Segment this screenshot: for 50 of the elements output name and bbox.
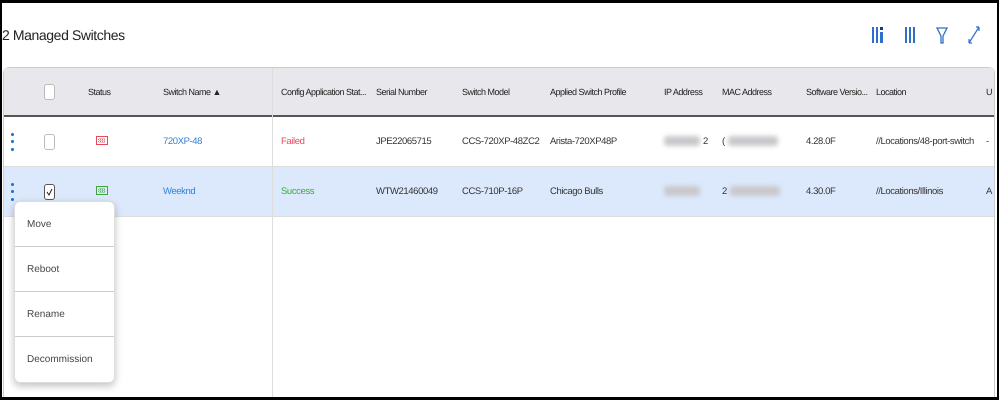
table-cell: //Locations/Illinois xyxy=(876,186,943,197)
column-header[interactable]: Software Versio... xyxy=(806,86,868,96)
table-cell: 2 xyxy=(703,136,708,147)
column-header[interactable]: Applied Switch Profile xyxy=(550,86,626,96)
table-cell: Success xyxy=(281,186,314,197)
toolbar-button[interactable] xyxy=(933,25,951,45)
table-cell: Arista-720XP48P xyxy=(550,136,617,147)
checkmark-icon xyxy=(46,188,53,196)
table-cell: //Locations/48-port-switch xyxy=(876,136,974,147)
column-header[interactable]: Location xyxy=(876,86,906,96)
column-header[interactable]: Status xyxy=(88,86,111,96)
menu-item[interactable]: Reboot xyxy=(15,247,114,292)
table-cell: Failed xyxy=(281,136,304,147)
filter-icon xyxy=(936,26,948,44)
column-header[interactable]: Serial Number xyxy=(376,86,428,96)
table-cell: 4.28.0F xyxy=(806,136,836,147)
page-title: 2 Managed Switches xyxy=(2,27,125,43)
more-icon[interactable] xyxy=(10,132,14,150)
menu-item[interactable]: Decommission xyxy=(15,337,114,382)
column-header[interactable]: Switch Model xyxy=(462,86,510,96)
table-cell: A xyxy=(986,186,992,197)
redacted-text xyxy=(730,186,780,196)
column-settings-icon xyxy=(871,26,885,44)
table-cell: - xyxy=(986,136,989,147)
redacted-text xyxy=(728,136,778,146)
column-header[interactable]: IP Address xyxy=(664,86,702,96)
redacted-text xyxy=(664,186,700,196)
table-cell: CCS-720XP-48ZC2 xyxy=(462,136,540,147)
column-header[interactable]: MAC Address xyxy=(722,86,772,96)
redacted-text xyxy=(664,136,700,146)
table-cell: 2 xyxy=(722,186,727,197)
checkbox[interactable] xyxy=(44,134,55,150)
menu-item[interactable]: Move xyxy=(15,202,114,247)
table-row[interactable]: Weeknd Success WTW21460049 CCS-710P-16P Chicago Bulls 2 4.30.0F //Locations/Illinois A xyxy=(4,167,994,217)
checkbox[interactable] xyxy=(44,84,55,100)
table-cell: Chicago Bulls xyxy=(550,186,603,197)
switch-name-link[interactable]: 720XP-48 xyxy=(163,136,202,147)
table-cell: JPE22065715 xyxy=(376,136,432,147)
column-header[interactable]: Config Application Stat... xyxy=(281,86,366,96)
column-header[interactable]: Switch Name ▲ xyxy=(163,86,221,96)
columns-icon xyxy=(904,26,916,44)
menu-item[interactable]: Rename xyxy=(15,292,114,337)
expand-icon xyxy=(968,26,980,44)
more-icon[interactable] xyxy=(10,182,14,200)
table-cell: WTW21460049 xyxy=(376,186,438,197)
table-cell: 4.30.0F xyxy=(806,186,836,197)
checkbox[interactable] xyxy=(44,184,55,200)
column-header[interactable]: U xyxy=(986,86,992,96)
table-cell: CCS-710P-16P xyxy=(462,186,523,197)
table-cell: ( xyxy=(722,136,725,147)
